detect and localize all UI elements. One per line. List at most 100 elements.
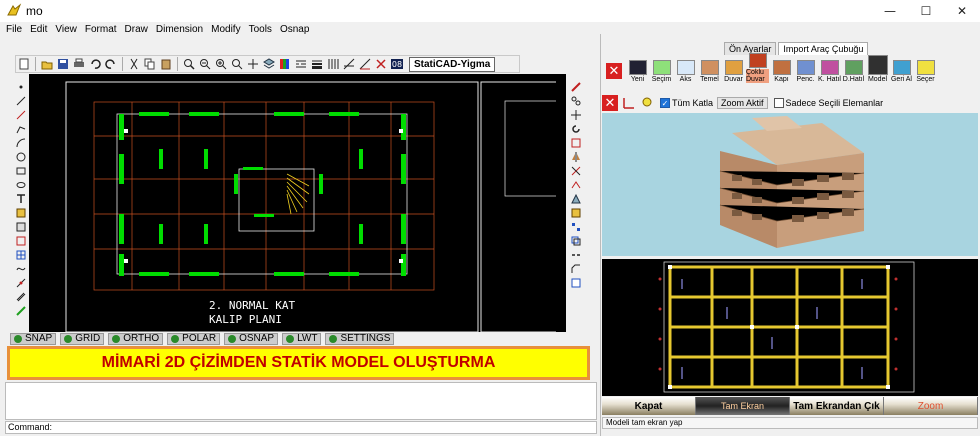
region-icon[interactable] (14, 235, 28, 247)
stretch-icon[interactable] (569, 193, 583, 205)
menu-tools[interactable]: Tools (249, 24, 272, 35)
polar-toggle[interactable]: POLAR (167, 332, 221, 345)
light-bulb-icon[interactable] (640, 96, 654, 110)
secim-button[interactable]: Seçim (650, 60, 673, 83)
2d-structural-view[interactable] (602, 259, 978, 396)
lwt-toggle[interactable]: LWT (282, 332, 322, 345)
sadece-secili-checkbox[interactable] (773, 98, 784, 108)
pan-icon[interactable] (246, 57, 260, 71)
layer-icon[interactable] (262, 57, 276, 71)
point-icon[interactable] (14, 81, 28, 93)
secer-button[interactable]: Seçer (914, 60, 937, 83)
duvar-button[interactable]: Duvar (722, 60, 745, 83)
menu-format[interactable]: Format (85, 24, 117, 35)
osnap-toggle[interactable]: OSNAP (224, 332, 279, 345)
snap-toggle[interactable]: SNAP (10, 332, 57, 345)
close-button[interactable]: ✕ (944, 0, 980, 22)
3d-model-view[interactable] (602, 113, 978, 256)
move-icon[interactable] (569, 109, 583, 121)
offset-icon[interactable] (569, 235, 583, 247)
lineweight-icon[interactable] (310, 57, 324, 71)
break-icon[interactable] (569, 249, 583, 261)
measure-icon[interactable] (358, 57, 372, 71)
rectangle-icon[interactable] (14, 165, 28, 177)
erase-icon[interactable] (569, 81, 583, 93)
undo-icon[interactable] (88, 57, 102, 71)
line-icon[interactable] (14, 95, 28, 107)
kapi-button[interactable]: Kapı (770, 60, 793, 83)
mirror-icon[interactable] (569, 151, 583, 163)
pencere-button[interactable]: Penc. (794, 60, 817, 83)
xline-icon[interactable] (14, 277, 28, 289)
zoom-aktif-button[interactable]: Zoom Aktif (717, 97, 768, 109)
model-button[interactable]: Model (866, 55, 889, 83)
menu-file[interactable]: File (6, 24, 22, 35)
properties-icon[interactable] (569, 277, 583, 289)
open-icon[interactable] (40, 57, 54, 71)
hatch-fill-icon[interactable] (14, 221, 28, 233)
arc-icon[interactable] (14, 137, 28, 149)
color-icon[interactable] (278, 57, 292, 71)
ortho-toggle[interactable]: ORTHO (108, 332, 164, 345)
geri-al-button[interactable]: Geri Al (890, 60, 913, 83)
zoom-out-icon[interactable] (198, 57, 212, 71)
k-hatil-button[interactable]: K. Hatıl (818, 60, 841, 83)
menu-dimension[interactable]: Dimension (156, 24, 203, 35)
minimize-button[interactable]: — (872, 0, 908, 22)
ray-icon[interactable] (14, 109, 28, 121)
statik-icon[interactable]: 08 (390, 57, 404, 71)
settings-toggle[interactable]: SETTINGS (325, 332, 395, 345)
cut-icon[interactable] (127, 57, 141, 71)
kapat-button[interactable]: Kapat (602, 397, 696, 415)
maximize-button[interactable]: ☐ (908, 0, 944, 22)
delete-icon[interactable] (374, 57, 388, 71)
grid-toggle[interactable]: GRID (60, 332, 105, 345)
close-import-icon[interactable]: ✕ (606, 63, 622, 79)
drawing-canvas[interactable]: 2. NORMAL KAT KALIP PLANI (29, 74, 566, 333)
circle-icon[interactable] (14, 151, 28, 163)
trim-icon[interactable] (569, 165, 583, 177)
command-line[interactable]: Command: (5, 421, 597, 434)
save-icon[interactable] (56, 57, 70, 71)
aks-button[interactable]: Aks (674, 60, 697, 83)
hatch-icon[interactable] (326, 57, 340, 71)
print-icon[interactable] (72, 57, 86, 71)
rotate-icon[interactable] (569, 123, 583, 135)
mline-icon[interactable] (14, 291, 28, 303)
menu-modify[interactable]: Modify (211, 24, 240, 35)
wipeout-icon[interactable] (14, 305, 28, 317)
tam-ekrandan-cik-button[interactable]: Tam Ekrandan Çık (790, 397, 884, 415)
scale-icon[interactable] (569, 137, 583, 149)
d-hatil-button[interactable]: D.Hatıl (842, 60, 865, 83)
close-view-icon[interactable]: ✕ (602, 95, 618, 111)
chamfer-icon[interactable] (569, 263, 583, 275)
insert-block-icon[interactable] (14, 207, 28, 219)
polyline-icon[interactable] (14, 123, 28, 135)
fillet-icon[interactable] (569, 207, 583, 219)
axis-icon[interactable] (622, 96, 636, 110)
ellipse-icon[interactable] (14, 179, 28, 191)
zoom-window-icon[interactable] (182, 57, 196, 71)
paste-icon[interactable] (159, 57, 173, 71)
menu-view[interactable]: View (55, 24, 77, 35)
extend-icon[interactable] (569, 179, 583, 191)
dimension-icon[interactable] (342, 57, 356, 71)
temel-button[interactable]: Temel (698, 60, 721, 83)
tum-katla-checkbox[interactable]: ✓ (660, 98, 670, 108)
tam-ekran-button[interactable]: Tam Ekran (696, 397, 790, 415)
zoom-button[interactable]: Zoom (884, 397, 978, 415)
table-icon[interactable] (14, 249, 28, 261)
new-icon[interactable] (17, 57, 31, 71)
menu-edit[interactable]: Edit (30, 24, 47, 35)
coklu-duvar-button[interactable]: Çoklu Duvar (746, 53, 769, 83)
copy-icon[interactable] (143, 57, 157, 71)
text-icon[interactable] (14, 193, 28, 205)
linetype-icon[interactable] (294, 57, 308, 71)
spline-icon[interactable] (14, 263, 28, 275)
array-icon[interactable] (569, 221, 583, 233)
redo-icon[interactable] (104, 57, 118, 71)
zoom-in-icon[interactable] (214, 57, 228, 71)
menu-osnap[interactable]: Osnap (280, 24, 309, 35)
tab-import-arac-cubugu[interactable]: Import Araç Çubuğu (778, 42, 869, 55)
copy-object-icon[interactable] (569, 95, 583, 107)
